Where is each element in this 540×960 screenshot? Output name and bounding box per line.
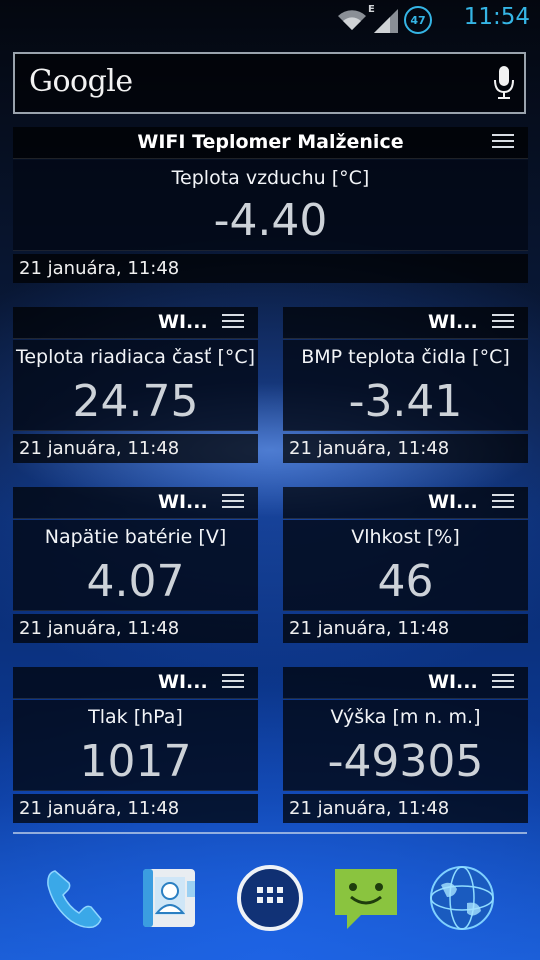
contacts-icon[interactable] xyxy=(134,862,206,934)
widget-header: WI... xyxy=(13,667,258,699)
weather-widget-controller-temperature[interactable]: WI... Teplota riadiaca časť [°C] 24.75 2… xyxy=(13,307,258,463)
widget-footer: 21 januára, 11:48 xyxy=(283,794,528,823)
dock-divider xyxy=(13,832,527,834)
weather-widget-bmp-temperature[interactable]: WI... BMP teplota čidla [°C] -3.41 21 ja… xyxy=(283,307,528,463)
widget-date: 21 januára, 11:48 xyxy=(289,438,450,459)
widget-date: 21 januára, 11:48 xyxy=(19,438,180,459)
widget-date: 21 januára, 11:48 xyxy=(19,258,180,279)
widget-body: Napätie batérie [V] 4.07 xyxy=(13,520,258,611)
widget-body: Teplota vzduchu [°C] -4.40 xyxy=(13,160,528,251)
network-type-label: E xyxy=(368,4,375,15)
app-drawer-icon[interactable] xyxy=(234,862,306,934)
widget-body: Vlhkost [%] 46 xyxy=(283,520,528,611)
widget-title: WI... xyxy=(158,311,208,333)
widget-value: 24.75 xyxy=(72,376,199,427)
widget-footer: 21 januára, 11:48 xyxy=(13,614,258,643)
menu-icon[interactable] xyxy=(492,134,514,152)
widget-label: Teplota riadiaca časť [°C] xyxy=(15,346,256,368)
widget-date: 21 januára, 11:48 xyxy=(19,798,180,819)
menu-icon[interactable] xyxy=(222,494,244,512)
widget-footer: 21 januára, 11:48 xyxy=(13,254,528,283)
phone-icon[interactable] xyxy=(40,862,112,934)
status-bar: E 47 11:54 xyxy=(0,0,540,38)
widget-date: 21 januára, 11:48 xyxy=(289,798,450,819)
widget-value: 46 xyxy=(377,556,434,607)
signal-icon: E xyxy=(368,4,398,33)
widget-header: WI... xyxy=(13,307,258,339)
menu-icon[interactable] xyxy=(222,314,244,332)
widget-footer: 21 januára, 11:48 xyxy=(283,434,528,463)
widget-value: -49305 xyxy=(327,736,484,787)
widget-header: WI... xyxy=(283,307,528,339)
widget-footer: 21 januára, 11:48 xyxy=(13,794,258,823)
widget-title: WI... xyxy=(158,491,208,513)
widget-title: WI... xyxy=(428,311,478,333)
menu-icon[interactable] xyxy=(222,674,244,692)
widget-date: 21 januára, 11:48 xyxy=(19,618,180,639)
google-search-bar[interactable]: Google xyxy=(13,52,526,114)
weather-widget-air-temperature[interactable]: WIFI Teplomer Malženice Teplota vzduchu … xyxy=(13,127,528,283)
widget-header: WI... xyxy=(13,487,258,519)
menu-icon[interactable] xyxy=(492,314,514,332)
widget-label: Výška [m n. m.] xyxy=(330,706,481,728)
widget-footer: 21 januára, 11:48 xyxy=(13,434,258,463)
wifi-icon xyxy=(338,10,366,31)
battery-icon: 47 xyxy=(404,6,432,34)
mic-icon[interactable] xyxy=(494,65,514,101)
weather-widget-altitude[interactable]: WI... Výška [m n. m.] -49305 21 januára,… xyxy=(283,667,528,823)
weather-widget-humidity[interactable]: WI... Vlhkost [%] 46 21 januára, 11:48 xyxy=(283,487,528,643)
battery-level: 47 xyxy=(410,13,426,27)
widget-title: WIFI Teplomer Malženice xyxy=(137,131,404,153)
widget-label: Tlak [hPa] xyxy=(88,706,183,728)
widget-value: 4.07 xyxy=(86,556,185,607)
widget-value: 1017 xyxy=(79,736,192,787)
clock: 11:54 xyxy=(463,4,530,30)
browser-icon[interactable] xyxy=(426,862,498,934)
widget-body: Tlak [hPa] 1017 xyxy=(13,700,258,791)
widget-body: Výška [m n. m.] -49305 xyxy=(283,700,528,791)
widget-footer: 21 januára, 11:48 xyxy=(283,614,528,643)
widget-label: Teplota vzduchu [°C] xyxy=(171,167,370,189)
widget-label: BMP teplota čidla [°C] xyxy=(301,346,510,368)
widget-header: WIFI Teplomer Malženice xyxy=(13,127,528,159)
widget-label: Napätie batérie [V] xyxy=(44,526,227,548)
widget-date: 21 januára, 11:48 xyxy=(289,618,450,639)
google-logo: Google xyxy=(29,64,133,99)
messaging-icon[interactable] xyxy=(330,862,402,934)
weather-widget-battery-voltage[interactable]: WI... Napätie batérie [V] 4.07 21 január… xyxy=(13,487,258,643)
menu-icon[interactable] xyxy=(492,674,514,692)
widget-title: WI... xyxy=(428,491,478,513)
widget-value: -4.40 xyxy=(213,195,328,246)
widget-body: Teplota riadiaca časť [°C] 24.75 xyxy=(13,340,258,431)
widget-value: -3.41 xyxy=(348,376,463,427)
widget-title: WI... xyxy=(158,671,208,693)
widget-title: WI... xyxy=(428,671,478,693)
widget-header: WI... xyxy=(283,487,528,519)
widget-body: BMP teplota čidla [°C] -3.41 xyxy=(283,340,528,431)
widget-header: WI... xyxy=(283,667,528,699)
weather-widget-pressure[interactable]: WI... Tlak [hPa] 1017 21 januára, 11:48 xyxy=(13,667,258,823)
widget-label: Vlhkost [%] xyxy=(351,526,460,548)
menu-icon[interactable] xyxy=(492,494,514,512)
